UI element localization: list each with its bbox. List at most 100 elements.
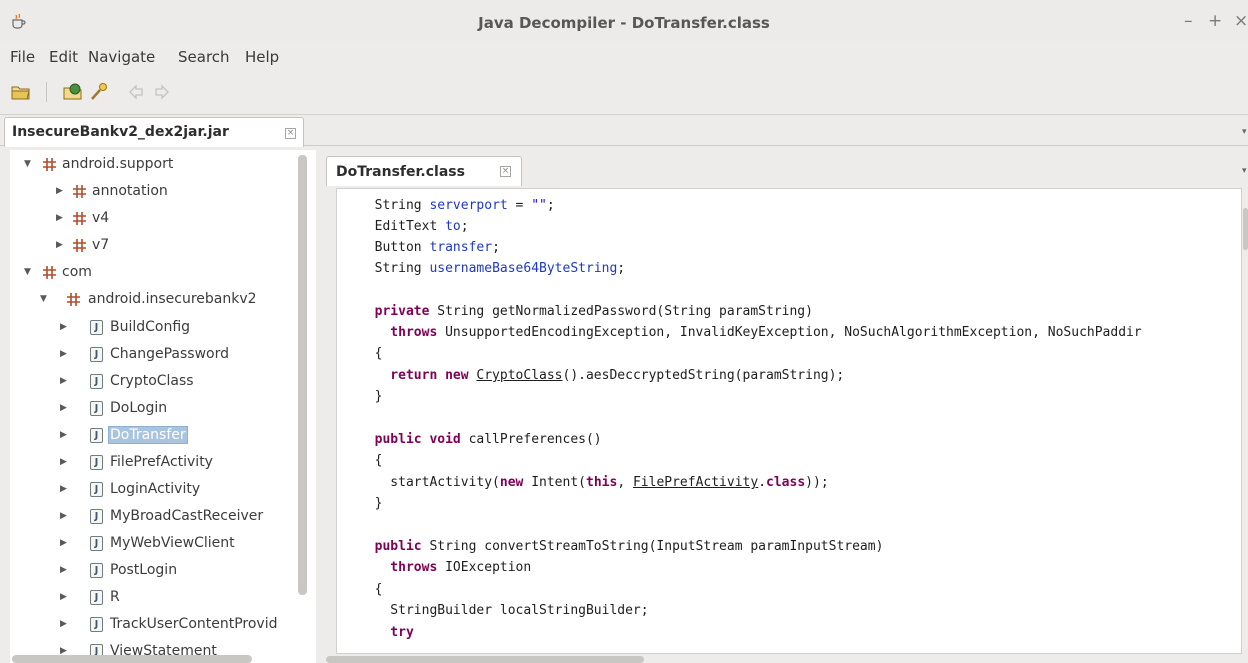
open-type-icon[interactable] bbox=[62, 82, 84, 102]
back-arrow-icon[interactable] bbox=[126, 82, 148, 102]
tab-jar-file[interactable]: InsecureBankv2_dex2jar.jar × bbox=[4, 117, 304, 147]
menu-edit[interactable]: Edit bbox=[49, 48, 78, 66]
collapsed-arrow-icon[interactable]: ▶ bbox=[60, 539, 68, 548]
menu-search[interactable]: Search bbox=[178, 48, 230, 66]
expanded-arrow-icon[interactable]: ▼ bbox=[40, 295, 48, 304]
tree-vertical-scrollbar[interactable] bbox=[298, 155, 307, 595]
code-line: { bbox=[359, 582, 383, 597]
tree-item-fileprefactivity[interactable]: ▶ J FilePrefActivity bbox=[10, 450, 310, 476]
code-line: { bbox=[359, 453, 383, 468]
close-button[interactable]: × bbox=[1234, 11, 1248, 31]
collapsed-arrow-icon[interactable]: ▶ bbox=[60, 404, 68, 413]
panel-splitter[interactable] bbox=[316, 150, 322, 663]
tab-dotransfer-class[interactable]: DoTransfer.class × bbox=[326, 156, 522, 186]
class-file-icon: J bbox=[90, 563, 103, 578]
code-keyword: public void bbox=[359, 432, 461, 447]
open-file-icon[interactable] bbox=[10, 82, 32, 102]
code-text: )); bbox=[805, 475, 829, 490]
code-line: private String getNormalizedPassword(Str… bbox=[359, 304, 813, 319]
collapsed-arrow-icon[interactable]: ▶ bbox=[60, 566, 68, 575]
code-line: String usernameBase64ByteString; bbox=[359, 261, 625, 276]
collapsed-arrow-icon[interactable]: ▶ bbox=[56, 214, 64, 223]
tree-item-label: LoginActivity bbox=[110, 481, 201, 497]
tree-item-label: MyWebViewClient bbox=[110, 535, 235, 551]
menu-navigate[interactable]: Navigate bbox=[88, 48, 155, 66]
tree-item-android-support[interactable]: ▼ android.support bbox=[10, 152, 310, 178]
maximize-button[interactable]: + bbox=[1208, 11, 1222, 31]
tree-item-label: CryptoClass bbox=[110, 373, 194, 389]
code-text: { bbox=[359, 582, 383, 597]
code-line: public void callPreferences() bbox=[359, 432, 602, 447]
code-horizontal-scrollbar[interactable] bbox=[326, 656, 644, 663]
tree-item-label: ChangePassword bbox=[110, 346, 229, 362]
tab-jar-file-label: InsecureBankv2_dex2jar.jar bbox=[12, 124, 229, 140]
menu-help[interactable]: Help bbox=[245, 48, 279, 66]
tree-item-v7[interactable]: ▶ v7 bbox=[10, 233, 310, 259]
code-text: } bbox=[359, 389, 383, 404]
tree-item-buildconfig[interactable]: ▶ J BuildConfig bbox=[10, 315, 310, 341]
collapsed-arrow-icon[interactable]: ▶ bbox=[60, 458, 68, 467]
forward-arrow-icon[interactable] bbox=[152, 82, 174, 102]
tree-item-label: PostLogin bbox=[110, 562, 178, 578]
code-line: StringBuilder localStringBuilder; bbox=[359, 603, 648, 618]
close-tab-icon[interactable]: × bbox=[285, 128, 296, 139]
close-tab-icon[interactable]: × bbox=[500, 166, 511, 177]
collapsed-arrow-icon[interactable]: ▶ bbox=[60, 350, 68, 359]
collapsed-arrow-icon[interactable]: ▶ bbox=[60, 593, 68, 602]
code-text: } bbox=[359, 496, 383, 511]
tree-item-label: BuildConfig bbox=[110, 319, 191, 335]
code-link[interactable]: CryptoClass bbox=[476, 368, 562, 383]
collapsed-arrow-icon[interactable]: ▶ bbox=[56, 241, 64, 250]
tab-list-marker: ▾ bbox=[1242, 166, 1247, 176]
tree-item-com[interactable]: ▼ com bbox=[10, 260, 310, 286]
expanded-arrow-icon[interactable]: ▼ bbox=[24, 268, 32, 277]
code-link[interactable]: FilePrefActivity bbox=[633, 475, 758, 490]
tree-item-label-selected: DoTransfer bbox=[108, 426, 188, 444]
tree-item-r[interactable]: ▶ J R bbox=[10, 585, 310, 611]
class-file-icon: J bbox=[90, 347, 103, 362]
search-icon[interactable] bbox=[88, 82, 110, 102]
code-keyword: class bbox=[766, 475, 806, 490]
tree-item-android-insecurebankv2[interactable]: ▼ android.insecurebankv2 bbox=[10, 287, 310, 313]
collapsed-arrow-icon[interactable]: ▶ bbox=[60, 620, 68, 629]
collapsed-arrow-icon[interactable]: ▶ bbox=[60, 377, 68, 386]
menu-file[interactable]: File bbox=[10, 48, 35, 66]
tree-item-dologin[interactable]: ▶ J DoLogin bbox=[10, 396, 310, 422]
tree-item-cryptoclass[interactable]: ▶ J CryptoClass bbox=[10, 369, 310, 395]
tree-item-dotransfer[interactable]: ▶ J DoTransfer bbox=[10, 423, 310, 449]
expanded-arrow-icon[interactable]: ▼ bbox=[24, 160, 32, 169]
collapsed-arrow-icon[interactable]: ▶ bbox=[56, 187, 64, 196]
code-line: public String convertStreamToString(Inpu… bbox=[359, 539, 884, 554]
package-icon bbox=[43, 158, 56, 171]
tree-item-loginactivity[interactable]: ▶ J LoginActivity bbox=[10, 477, 310, 503]
code-text: { bbox=[359, 453, 383, 468]
code-line: } bbox=[359, 389, 383, 404]
code-line: Button transfer; bbox=[359, 240, 500, 255]
code-text: UnsupportedEncodingException, InvalidKey… bbox=[437, 325, 1142, 340]
code-keyword: throws bbox=[359, 560, 438, 575]
collapsed-arrow-icon[interactable]: ▶ bbox=[60, 485, 68, 494]
tree-item-annotation[interactable]: ▶ annotation bbox=[10, 179, 310, 205]
package-tree[interactable]: ▼ android.support ▶ annotation ▶ v4 ▶ v7… bbox=[10, 150, 316, 663]
minimize-button[interactable]: – bbox=[1184, 11, 1193, 31]
collapsed-arrow-icon[interactable]: ▶ bbox=[60, 647, 68, 656]
code-field: to bbox=[445, 219, 461, 234]
tree-item-mywebviewclient[interactable]: ▶ J MyWebViewClient bbox=[10, 531, 310, 557]
tree-horizontal-scrollbar[interactable] bbox=[12, 655, 252, 663]
collapsed-arrow-icon[interactable]: ▶ bbox=[60, 431, 68, 440]
tree-item-v4[interactable]: ▶ v4 bbox=[10, 206, 310, 232]
tree-item-trackusercontentprovider[interactable]: ▶ J TrackUserContentProvid bbox=[10, 612, 310, 638]
package-icon bbox=[73, 212, 86, 225]
tree-item-changepassword[interactable]: ▶ J ChangePassword bbox=[10, 342, 310, 368]
code-text: String getNormalizedPassword(String para… bbox=[429, 304, 813, 319]
tree-item-label: MyBroadCastReceiver bbox=[110, 508, 264, 524]
tree-item-postlogin[interactable]: ▶ J PostLogin bbox=[10, 558, 310, 584]
class-file-icon: J bbox=[90, 536, 103, 551]
tree-item-mybroadcastreceiver[interactable]: ▶ J MyBroadCastReceiver bbox=[10, 504, 310, 530]
collapsed-arrow-icon[interactable]: ▶ bbox=[60, 512, 68, 521]
collapsed-arrow-icon[interactable]: ▶ bbox=[60, 323, 68, 332]
code-editor[interactable]: String serverport = ""; EditText to; But… bbox=[336, 188, 1242, 654]
code-vertical-scrollbar[interactable] bbox=[1243, 208, 1248, 250]
class-file-icon: J bbox=[90, 617, 103, 632]
code-line: throws IOException bbox=[359, 560, 531, 575]
